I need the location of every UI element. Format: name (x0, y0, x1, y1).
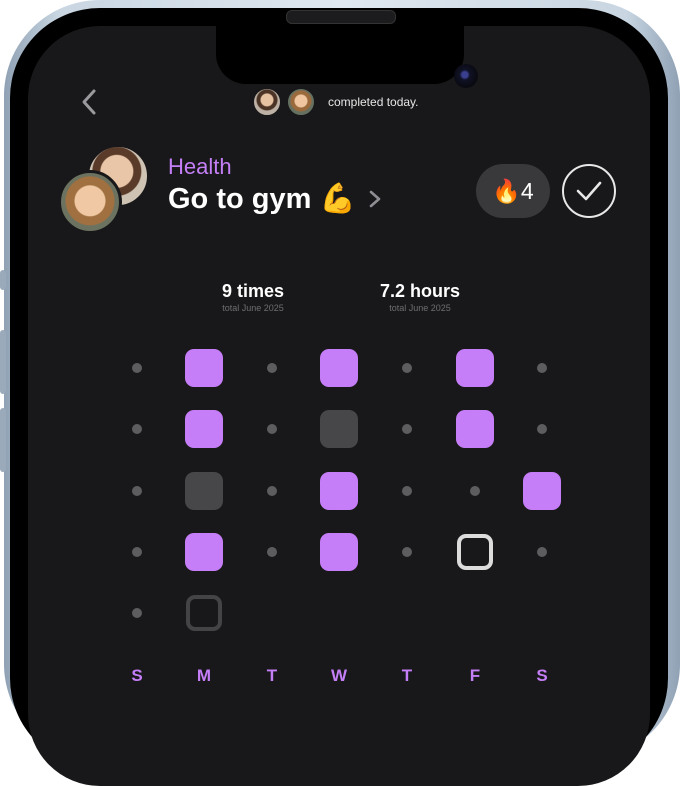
empty-day-dot (470, 486, 480, 496)
notch (216, 26, 478, 88)
completed-day[interactable] (185, 349, 223, 387)
avatar[interactable] (252, 87, 282, 117)
empty-day-dot (132, 486, 142, 496)
avatar[interactable] (58, 170, 122, 234)
stat-subtitle: total June 2025 (389, 303, 451, 313)
weekday-label: T (266, 666, 278, 685)
volume-up-button (0, 330, 6, 394)
empty-day-dot (132, 608, 142, 618)
streak-badge[interactable]: 🔥 4 (476, 164, 550, 218)
empty-day-dot (132, 424, 142, 434)
fire-icon: 🔥 (492, 177, 521, 204)
empty-day-dot (267, 547, 277, 557)
mute-switch (0, 270, 6, 290)
avatar[interactable] (286, 87, 316, 117)
empty-day-dot (267, 486, 277, 496)
completed-today-text: completed today. (328, 95, 419, 109)
habit-title: Go to gym 💪 (168, 183, 356, 215)
stat-times: 9 times total June 2025 (173, 281, 333, 313)
habit-title-row[interactable]: Go to gym 💪 (168, 182, 382, 216)
streak-count: 4 (520, 177, 534, 204)
empty-day-dot (537, 424, 547, 434)
completed-day[interactable] (523, 472, 561, 510)
back-chevron-icon[interactable] (78, 88, 100, 116)
chevron-right-icon (369, 190, 380, 208)
completed-day[interactable] (185, 410, 223, 448)
empty-day-dot (267, 424, 277, 434)
completed-day[interactable] (185, 533, 223, 571)
missed-day[interactable] (185, 472, 223, 510)
missed-day[interactable] (320, 410, 358, 448)
completed-day[interactable] (320, 533, 358, 571)
volume-down-button (0, 408, 6, 472)
empty-day-dot (132, 363, 142, 373)
stat-value: 9 times (221, 281, 285, 301)
weekday-label: M (196, 666, 212, 685)
empty-day-dot (537, 547, 547, 557)
weekday-label: T (401, 666, 413, 685)
empty-day-dot (537, 363, 547, 373)
empty-day-dot (402, 486, 412, 496)
completed-day[interactable] (320, 472, 358, 510)
stat-hours: 7.2 hours total June 2025 (340, 281, 500, 313)
today-day[interactable] (457, 534, 493, 570)
stat-value: 7.2 hours (379, 281, 461, 301)
weekday-label: S (131, 666, 143, 685)
completed-today-row: completed today. (252, 87, 419, 117)
completed-day[interactable] (456, 410, 494, 448)
empty-day-dot (402, 363, 412, 373)
habit-category: Health (168, 154, 232, 179)
stat-subtitle: total June 2025 (222, 303, 284, 313)
camera-icon (454, 64, 478, 88)
weekday-label: S (536, 666, 548, 685)
empty-day-dot (402, 424, 412, 434)
completed-day[interactable] (320, 349, 358, 387)
speaker-grille (286, 10, 396, 24)
weekday-label: F (469, 666, 481, 685)
weekday-label: W (330, 666, 348, 685)
empty-day-dot (132, 547, 142, 557)
complete-button[interactable] (562, 164, 616, 218)
empty-day-dot (402, 547, 412, 557)
upcoming-day[interactable] (186, 595, 222, 631)
empty-day-dot (267, 363, 277, 373)
completed-day[interactable] (456, 349, 494, 387)
checkmark-icon (576, 181, 602, 201)
